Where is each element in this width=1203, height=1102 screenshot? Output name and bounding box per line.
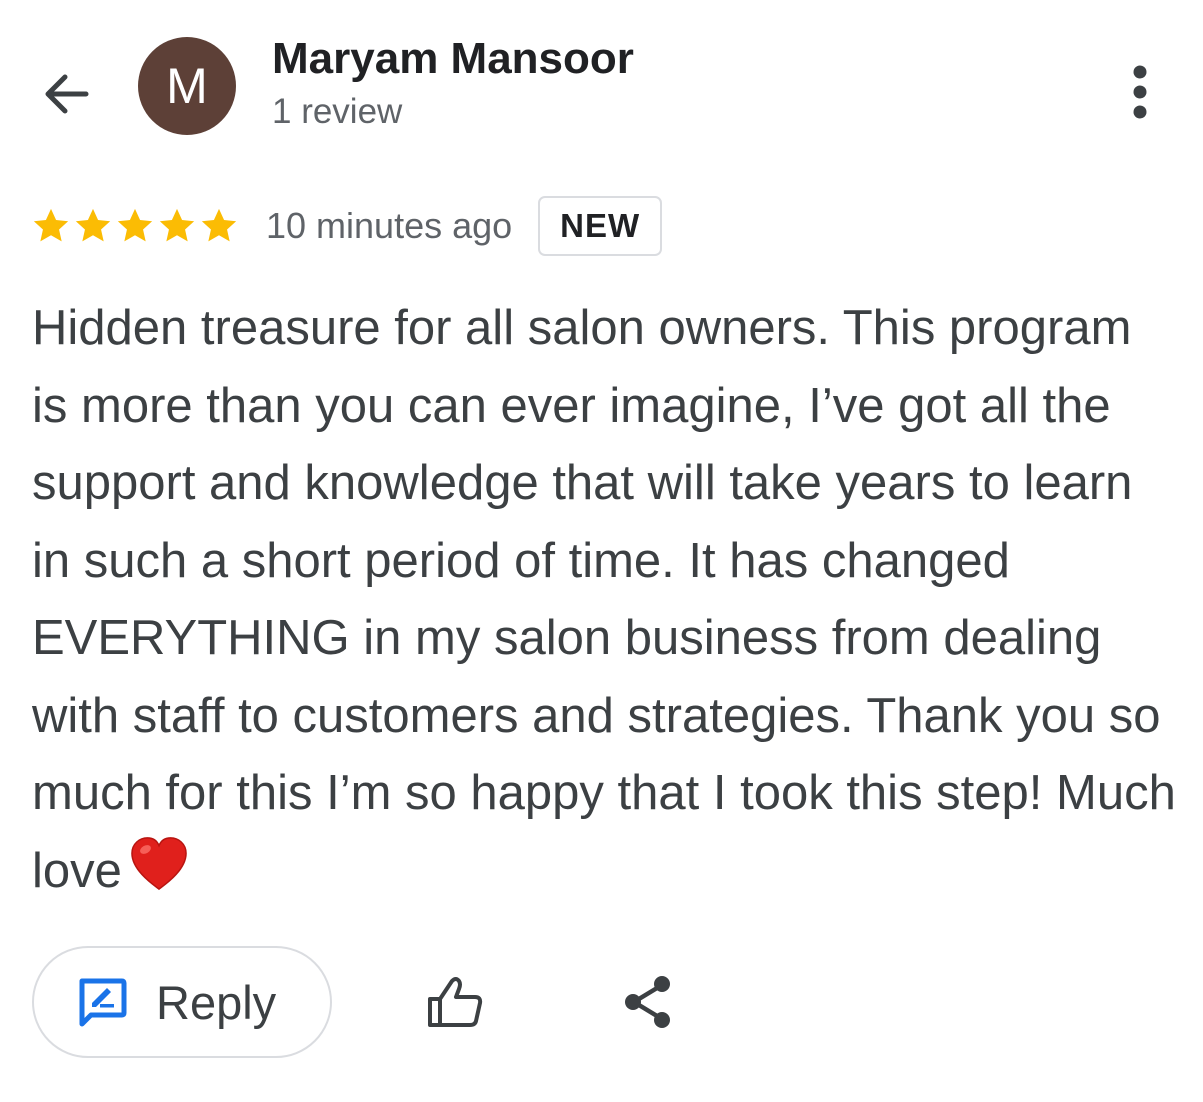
star-icon xyxy=(201,208,237,242)
reply-label: Reply xyxy=(156,975,277,1029)
star-icon xyxy=(159,208,195,242)
arrow-back-icon xyxy=(45,74,89,114)
reply-button[interactable]: Reply xyxy=(32,946,332,1058)
rate-review-icon xyxy=(79,978,127,1027)
review-body: Hidden treasure for all salon owners. Th… xyxy=(32,301,1176,898)
share-icon xyxy=(625,976,670,1028)
share-button[interactable] xyxy=(608,962,688,1042)
star-icon xyxy=(33,208,69,242)
like-button[interactable] xyxy=(412,962,498,1042)
star-rating xyxy=(30,205,240,247)
star-icon xyxy=(117,208,153,242)
rating-row: 10 minutes ago NEW xyxy=(30,194,663,258)
red-heart-icon xyxy=(131,836,187,890)
review-timestamp: 10 minutes ago xyxy=(266,205,513,246)
back-button[interactable] xyxy=(30,58,102,130)
more-vert-icon xyxy=(1133,65,1147,119)
more-options-button[interactable] xyxy=(1110,56,1170,128)
thumb-up-icon xyxy=(428,977,483,1027)
star-icon xyxy=(75,208,111,242)
author-name[interactable]: Maryam Mansoor xyxy=(272,34,634,84)
avatar-letter: M xyxy=(166,58,208,114)
review-text: Hidden treasure for all salon owners. Th… xyxy=(32,290,1177,910)
avatar[interactable]: M xyxy=(138,37,236,135)
new-badge: NEW xyxy=(538,196,663,256)
review-count: 1 review xyxy=(272,92,403,131)
